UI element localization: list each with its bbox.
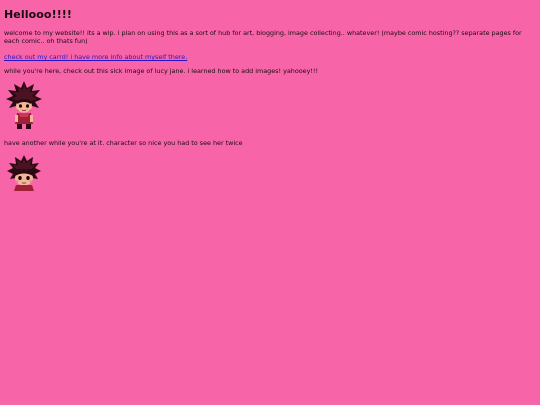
lucy-jane-full-image: [6, 81, 42, 129]
link-paragraph: check out my carrd! i have more info abo…: [4, 53, 536, 61]
lucy-jane-head-image: [7, 155, 41, 191]
page-content: Hellooo!!!! welcome to my website!! its …: [0, 0, 540, 193]
carrd-link[interactable]: check out my carrd! i have more info abo…: [4, 53, 187, 61]
page-title: Hellooo!!!!: [4, 8, 73, 21]
intro-text: welcome to my website!! its a wip. i pla…: [4, 29, 522, 45]
image-note-text: while you're here, check out this sick i…: [4, 67, 319, 75]
second-note-text: have another while you're at it. charact…: [4, 139, 243, 147]
